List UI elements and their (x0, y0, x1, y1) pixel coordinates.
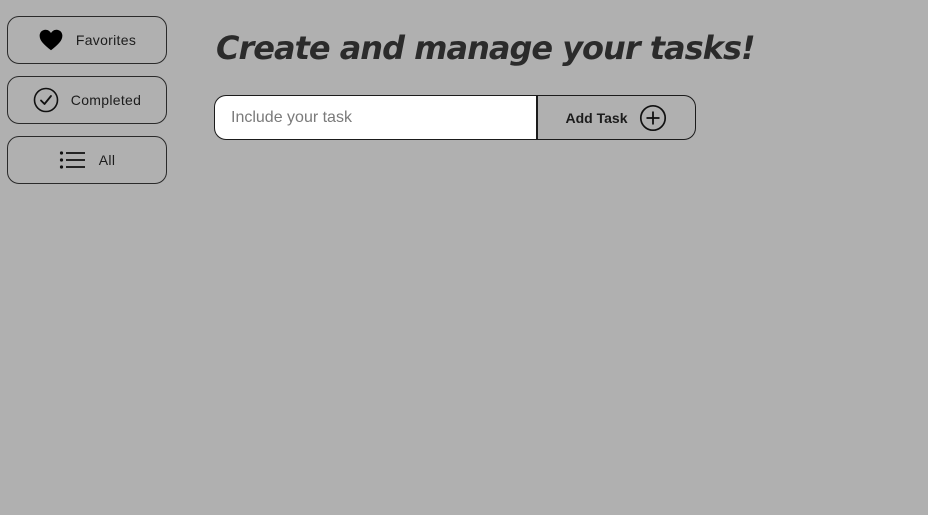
favorites-label: Favorites (75, 32, 137, 48)
task-form: Add Task (214, 95, 696, 140)
completed-button[interactable]: Completed (7, 76, 167, 124)
check-circle-icon (33, 87, 59, 113)
all-label: All (98, 152, 116, 168)
task-input[interactable] (214, 95, 536, 140)
add-task-label: Add Task (565, 109, 628, 126)
heart-icon (38, 27, 64, 53)
plus-circle-icon (639, 104, 667, 132)
list-icon (59, 150, 87, 170)
add-task-button[interactable]: Add Task (536, 95, 696, 140)
completed-label: Completed (70, 92, 142, 108)
all-button[interactable]: All (7, 136, 167, 184)
favorites-button[interactable]: Favorites (7, 16, 167, 64)
main-content: Create and manage your tasks! Add Task (214, 22, 914, 140)
sidebar: Favorites Completed All (7, 16, 167, 196)
page-title: Create and manage your tasks! (216, 29, 756, 67)
